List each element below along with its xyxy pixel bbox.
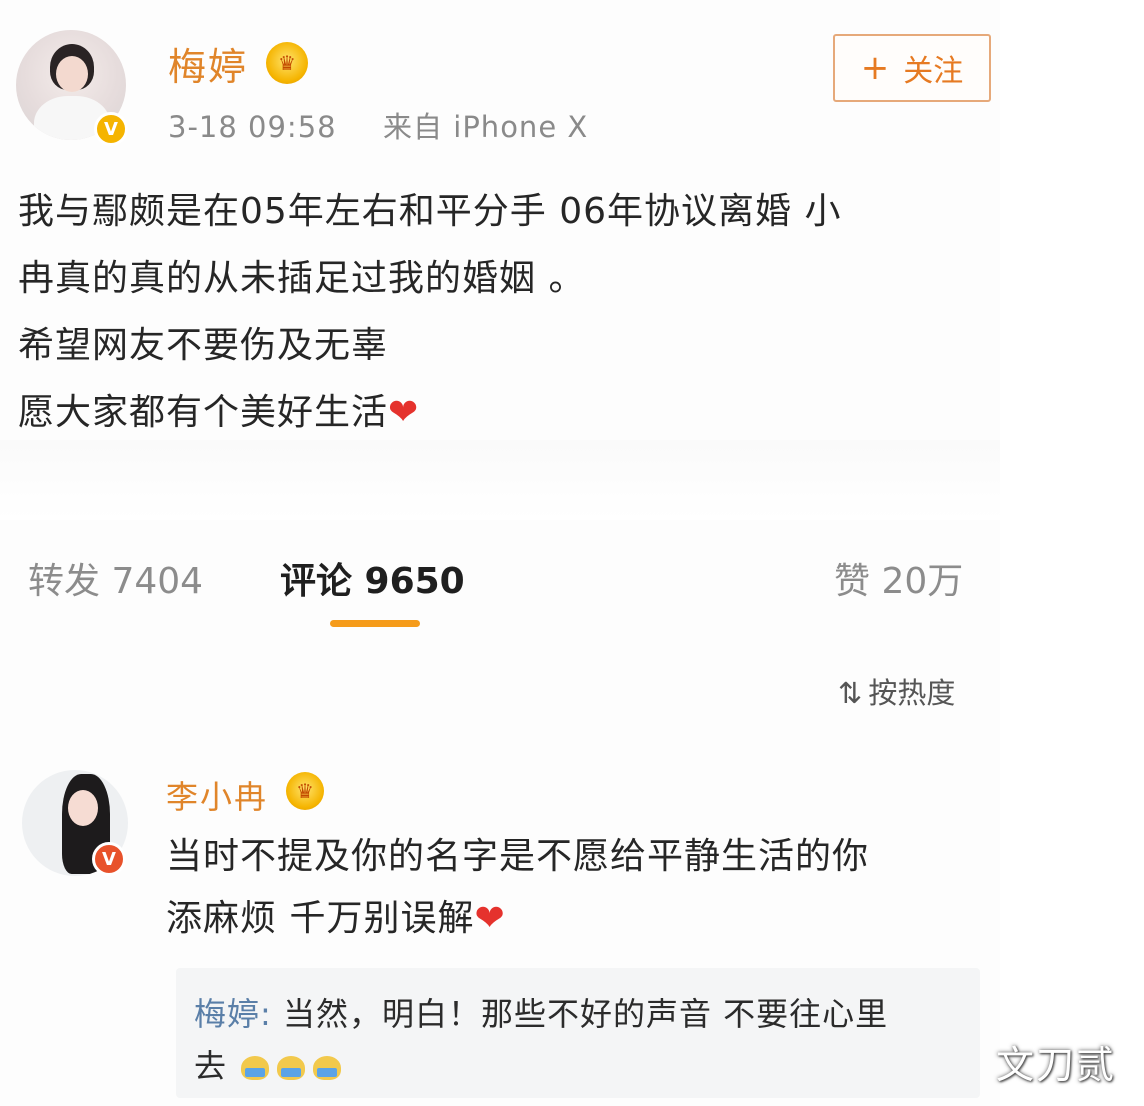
sort-by-hot-button[interactable]: ⇅ 按热度 <box>838 670 955 712</box>
sort-icon: ⇅ <box>838 676 863 710</box>
commenter-name[interactable]: 李小冉 <box>166 772 268 818</box>
post-meta: 3-18 09:58 来自 iPhone X <box>168 104 588 146</box>
comment-text: 当时不提及你的名字是不愿给平静生活的你 添麻烦 千万别误解❤ <box>166 826 996 950</box>
follow-label: 关注 <box>903 54 964 89</box>
post-content-line: 我与鄢颇是在05年左右和平分手 06年协议离婚 小 <box>18 191 842 232</box>
reply-line: 去 <box>194 1047 228 1085</box>
post-content-line: 冉真的真的从未插足过我的婚姻 。 <box>18 258 586 299</box>
repost-tab[interactable]: 转发 7404 <box>28 552 203 604</box>
verified-badge-icon: V <box>94 112 128 146</box>
post-content-line-last: 愿大家都有个美好生活❤ <box>18 392 420 433</box>
heart-icon: ❤ <box>474 898 506 939</box>
post-content: 我与鄢颇是在05年左右和平分手 06年协议离婚 小 冉真的真的从未插足过我的婚姻… <box>18 178 988 446</box>
likes-tab[interactable]: 赞 20万 <box>834 552 963 604</box>
verified-badge-icon: V <box>92 842 126 876</box>
post-source: 来自 iPhone X <box>383 110 589 144</box>
reply-text: 梅婷: 当然，明白！那些不好的声音 不要往心里 去 <box>194 988 974 1092</box>
watermark: 文刀贰 <box>996 1043 1117 1087</box>
comment-line-last: 添麻烦 千万别误解❤ <box>166 898 506 939</box>
follow-button[interactable]: + 关注 <box>833 34 991 102</box>
vip-crown-icon: ♛ <box>266 42 308 84</box>
crying-emoji-icon <box>241 1056 270 1080</box>
reply-line: 当然，明白！那些不好的声音 不要往心里 <box>271 995 889 1033</box>
reply-box[interactable]: 梅婷: 当然，明白！那些不好的声音 不要往心里 去 <box>176 968 980 1098</box>
vip-crown-icon: ♛ <box>286 772 324 810</box>
weibo-post-card: V 梅婷 ♛ 3-18 09:58 来自 iPhone X + 关注 我与鄢颇是… <box>0 0 1000 1106</box>
plus-icon: + <box>860 48 890 88</box>
comment-line: 当时不提及你的名字是不愿给平静生活的你 <box>166 836 870 877</box>
heart-icon: ❤ <box>388 392 420 433</box>
reply-author[interactable]: 梅婷: <box>194 995 272 1033</box>
post-timestamp: 3-18 09:58 <box>168 110 337 144</box>
active-tab-indicator <box>330 620 420 627</box>
crying-emoji-icon <box>313 1056 342 1080</box>
post-content-line: 希望网友不要伤及无辜 <box>18 325 389 366</box>
sort-label: 按热度 <box>868 676 956 710</box>
crying-emoji-icon <box>277 1056 306 1080</box>
comments-tab[interactable]: 评论 9650 <box>280 552 465 604</box>
divider <box>0 440 1000 520</box>
author-name[interactable]: 梅婷 <box>168 36 248 91</box>
